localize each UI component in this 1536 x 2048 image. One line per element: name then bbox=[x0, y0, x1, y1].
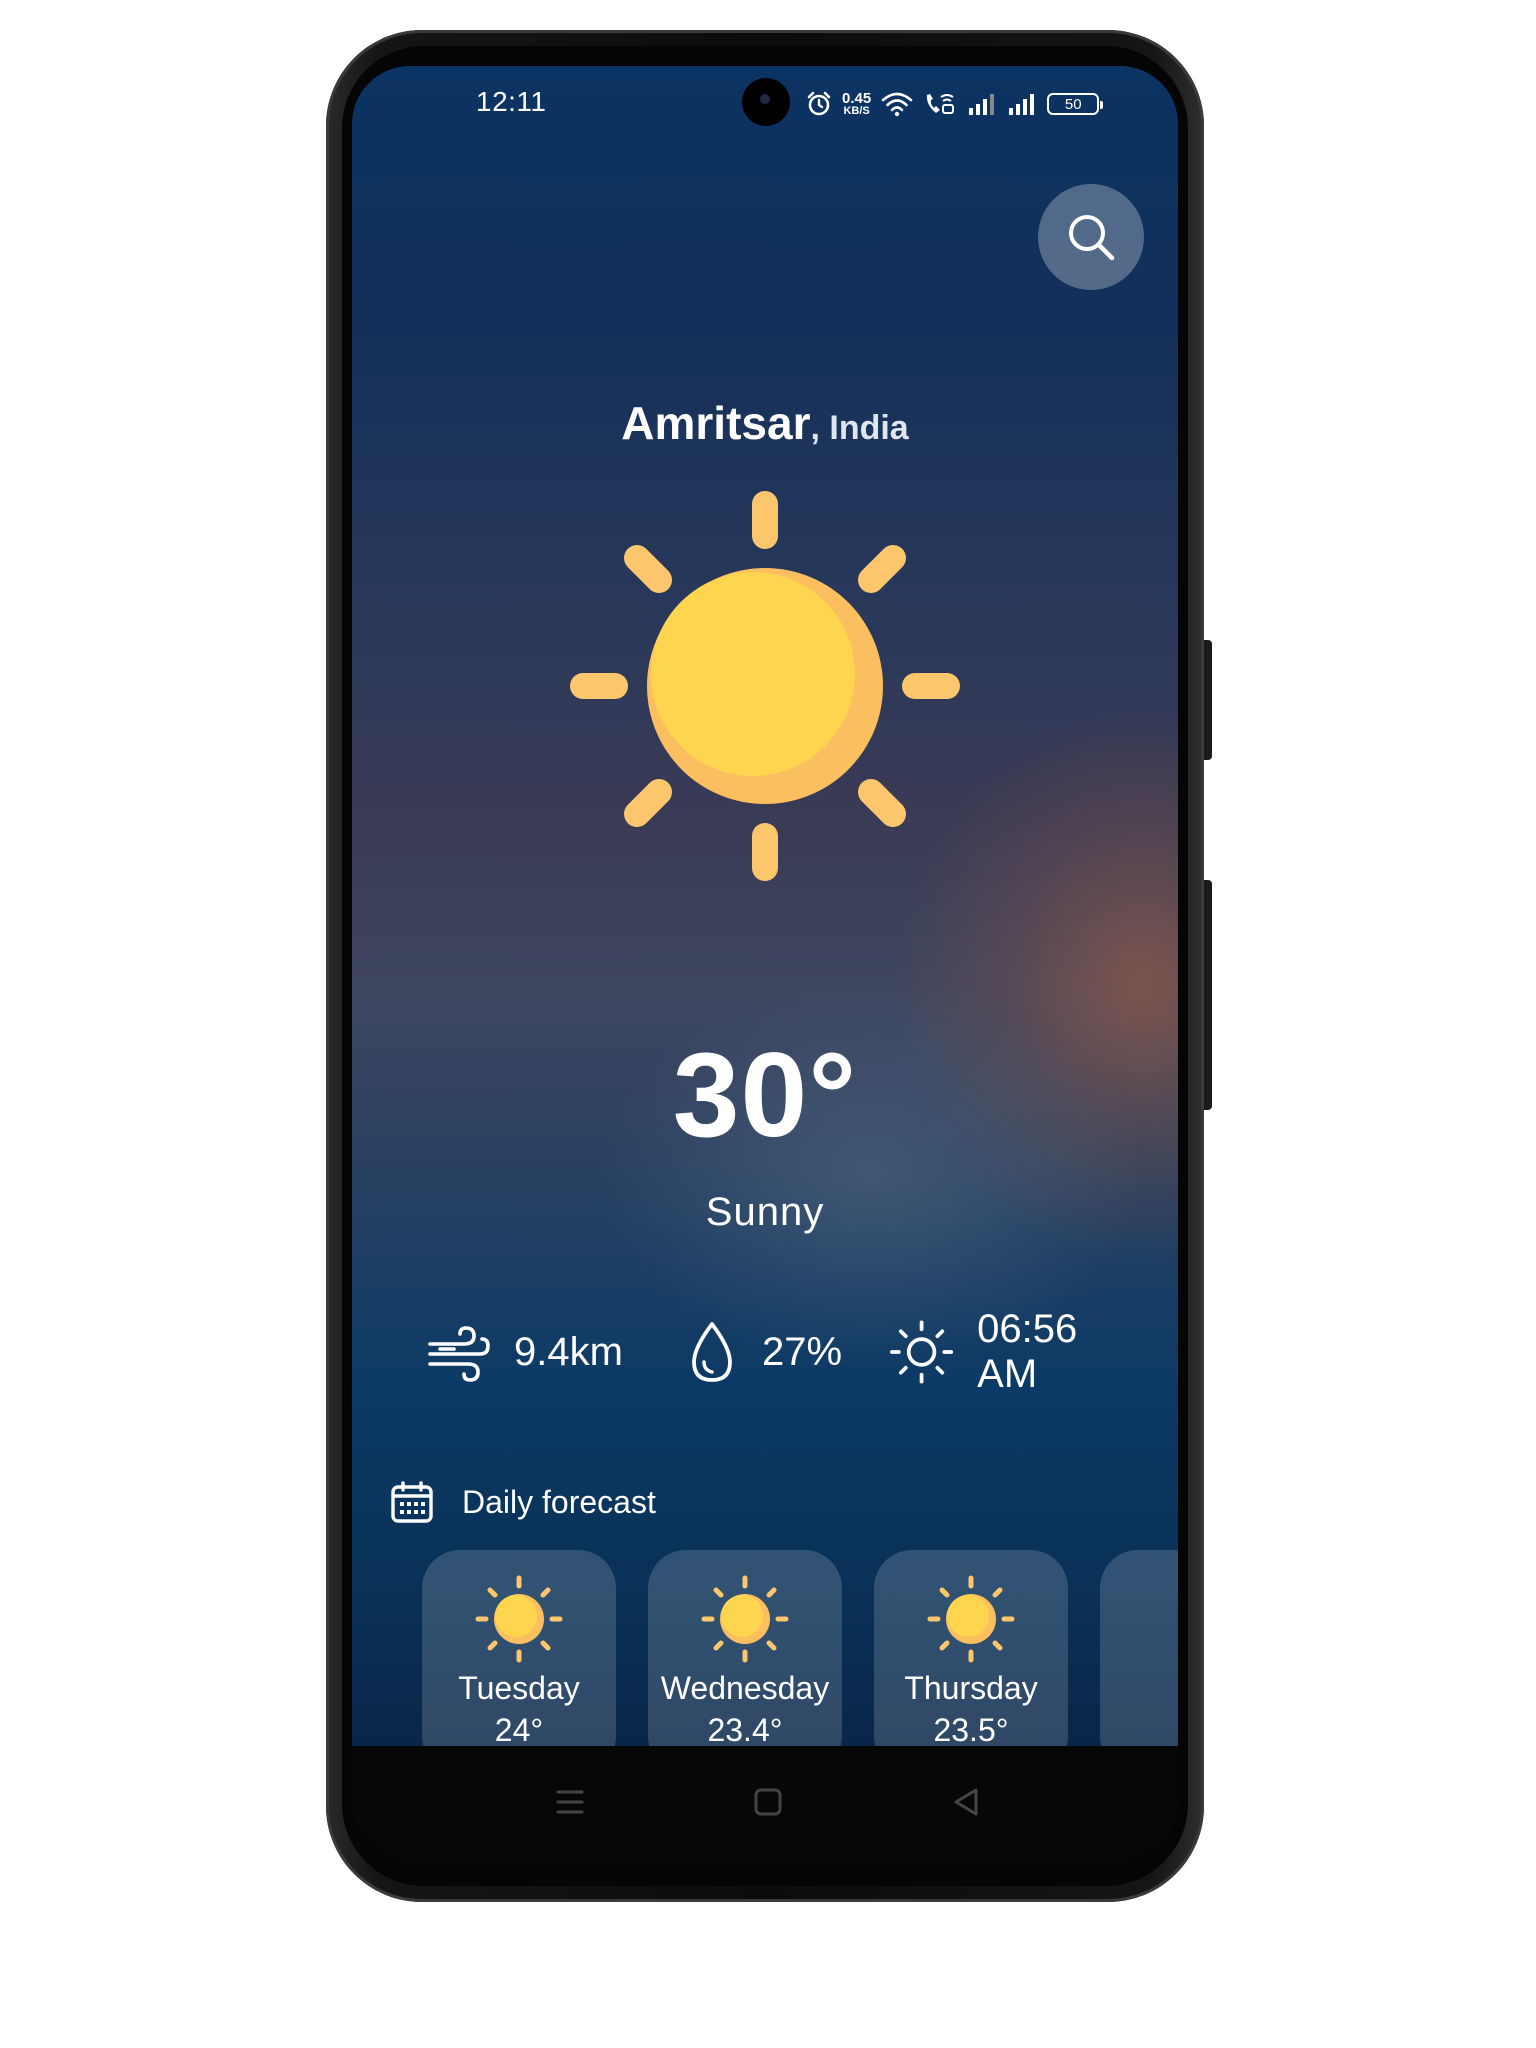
sun-icon bbox=[701, 1575, 789, 1663]
forecast-day: Thursday bbox=[904, 1670, 1038, 1706]
network-speed-unit: KB/S bbox=[843, 105, 870, 117]
forecast-day: Tuesday bbox=[458, 1670, 580, 1706]
wind-icon bbox=[428, 1326, 490, 1382]
forecast-temperature: 24° bbox=[494, 1712, 544, 1748]
sun-icon bbox=[570, 491, 960, 881]
daily-forecast-header: Daily forecast bbox=[390, 1480, 656, 1524]
forecast-list[interactable]: Tuesday 24° Wednesday 23.4° Thursday 23.… bbox=[422, 1550, 1178, 1776]
volume-button bbox=[1204, 880, 1212, 1110]
humidity-stat: 27% bbox=[684, 1312, 842, 1392]
wifi-icon bbox=[881, 92, 913, 117]
droplet-icon bbox=[692, 1322, 732, 1382]
city-name: Amritsar bbox=[621, 397, 811, 449]
menu-icon[interactable] bbox=[550, 1782, 590, 1822]
network-speed: 0.45 KB/S bbox=[842, 91, 871, 117]
forecast-day: Wednesday bbox=[660, 1670, 830, 1706]
forecast-card[interactable]: Thursday 23.5° bbox=[874, 1550, 1068, 1774]
forecast-temperature: 23.5° bbox=[933, 1712, 1009, 1748]
signal-icon bbox=[969, 94, 995, 115]
sun-icon bbox=[475, 1575, 563, 1663]
battery-level: 50 bbox=[1064, 95, 1082, 113]
humidity-value: 27% bbox=[762, 1329, 843, 1374]
location-title: Amritsar, India bbox=[352, 396, 1178, 450]
system-nav-bar bbox=[352, 1746, 1178, 1858]
forecast-card[interactable]: Tuesday 24° bbox=[422, 1550, 616, 1774]
wind-stat: 9.4km bbox=[424, 1312, 623, 1392]
front-camera bbox=[742, 78, 790, 126]
wind-value: 9.4km bbox=[514, 1329, 623, 1374]
current-temperature: 30° bbox=[672, 1028, 858, 1162]
country-name: , India bbox=[810, 409, 909, 447]
search-button[interactable] bbox=[1038, 184, 1144, 290]
battery-indicator: 50 bbox=[1047, 93, 1104, 115]
sunrise-icon bbox=[890, 1320, 954, 1384]
back-icon[interactable] bbox=[946, 1782, 986, 1822]
signal-icon bbox=[1009, 94, 1035, 115]
status-icons: 0.45 KB/S 50 bbox=[806, 86, 1104, 122]
weather-condition: Sunny bbox=[705, 1190, 825, 1234]
status-bar: 12:11 0.45 KB/S 50 bbox=[352, 66, 1178, 146]
calendar-icon bbox=[391, 1481, 433, 1523]
weather-screen: 12:11 0.45 KB/S 50 Amritsar, India 30° S… bbox=[352, 66, 1178, 1858]
forecast-card-partial[interactable] bbox=[1100, 1550, 1178, 1774]
forecast-card[interactable]: Wednesday 23.4° bbox=[648, 1550, 842, 1774]
weather-stats: 9.4km 27% 06:56 AM bbox=[424, 1307, 1144, 1396]
sunrise-stat: 06:56 AM bbox=[888, 1307, 1144, 1396]
network-speed-value: 0.45 bbox=[842, 90, 872, 107]
status-time: 12:11 bbox=[476, 86, 547, 117]
wifi-calling-icon bbox=[927, 94, 955, 114]
search-icon bbox=[1069, 215, 1115, 261]
daily-forecast-title: Daily forecast bbox=[462, 1483, 656, 1520]
sun-icon bbox=[927, 1575, 1015, 1663]
alarm-icon bbox=[807, 91, 831, 116]
power-button bbox=[1204, 640, 1212, 760]
sunrise-time: 06:56 AM bbox=[977, 1307, 1078, 1396]
forecast-temperature: 23.4° bbox=[707, 1712, 783, 1748]
home-icon[interactable] bbox=[748, 1782, 788, 1822]
